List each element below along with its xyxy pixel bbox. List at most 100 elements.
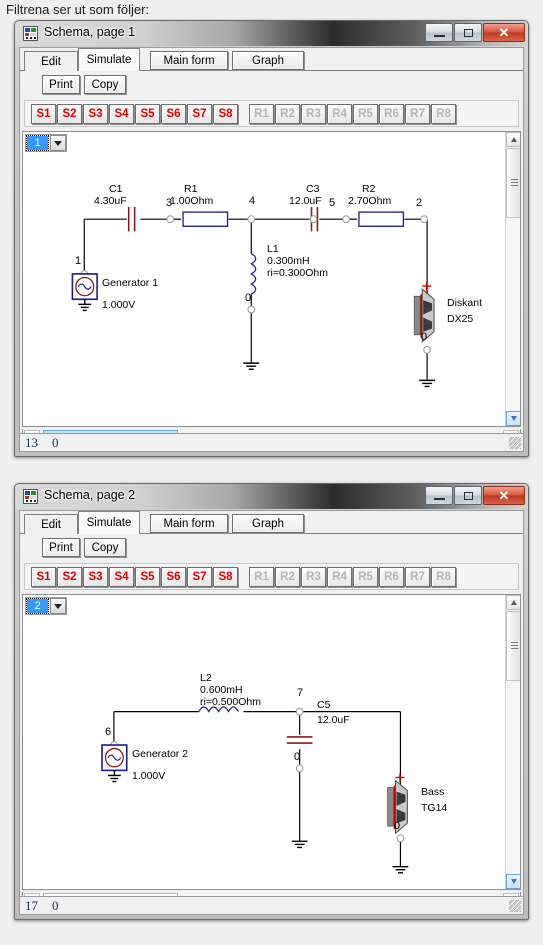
main-form-label: Main form bbox=[163, 54, 215, 67]
r-button-1-p2: R1 bbox=[249, 567, 274, 587]
status-left: 13 bbox=[25, 434, 38, 450]
maximize-button-2[interactable] bbox=[454, 486, 482, 505]
s-button-5-p2[interactable]: S5 bbox=[135, 567, 160, 587]
graph-label-2: Graph bbox=[252, 517, 284, 530]
client-area: Edit Simulate Main form Graph Print Copy… bbox=[19, 47, 524, 452]
print-button-2[interactable]: Print bbox=[42, 538, 80, 557]
s6-label-2: S6 bbox=[166, 571, 181, 583]
scroll-up-button[interactable] bbox=[506, 132, 520, 147]
s-button-4-p2[interactable]: S4 bbox=[109, 567, 134, 587]
tab-strip: Edit Simulate Main form Graph Print Copy bbox=[20, 48, 523, 94]
resize-grip-icon-2[interactable] bbox=[509, 900, 521, 912]
chevron-down-icon[interactable] bbox=[50, 598, 66, 614]
status-bar: 13 0 bbox=[19, 433, 524, 452]
title-bar[interactable]: Schema, page 1 ✕ bbox=[15, 21, 528, 46]
copy-button[interactable]: Copy bbox=[84, 75, 126, 94]
r-button-6-p2: R6 bbox=[379, 567, 404, 587]
graph-button[interactable]: Graph bbox=[232, 51, 304, 70]
node-label-4: 4 bbox=[249, 195, 256, 207]
scroll-down-button[interactable] bbox=[506, 411, 520, 426]
resize-grip-icon[interactable] bbox=[509, 437, 521, 449]
schematic-labels-page-1: C1 4.30uF 3 R1 1.00Ohm 4 L1 0.300mH ri=0… bbox=[23, 132, 520, 426]
graph-button-2[interactable]: Graph bbox=[232, 514, 304, 533]
minimize-button[interactable] bbox=[425, 23, 453, 42]
main-form-button-2[interactable]: Main form bbox=[150, 514, 228, 533]
tab-edit-2[interactable]: Edit bbox=[24, 514, 78, 534]
scroll-down-button-2[interactable] bbox=[506, 874, 520, 889]
r-button-2-p2: R2 bbox=[275, 567, 300, 587]
page-select-combo-2[interactable]: 2 bbox=[25, 597, 67, 615]
s3-label: S3 bbox=[88, 108, 103, 120]
s-button-8-p2[interactable]: S8 bbox=[213, 567, 238, 587]
schematic-canvas-2[interactable]: L2 0.600mH ri=0.500Ohm 7 C5 12.0uF 0 6 G… bbox=[22, 594, 521, 890]
copy-label-2: Copy bbox=[91, 541, 119, 554]
r8-label-2: R8 bbox=[436, 571, 451, 583]
r6-label-2: R6 bbox=[384, 571, 399, 583]
s-button-5[interactable]: S5 bbox=[135, 104, 160, 124]
s6-label: S6 bbox=[166, 108, 181, 120]
node-label-6: 6 bbox=[105, 726, 112, 738]
s-button-7-p2[interactable]: S7 bbox=[187, 567, 212, 587]
s-button-3[interactable]: S3 bbox=[83, 104, 108, 124]
s8-label: S8 bbox=[218, 108, 233, 120]
r3-label-2: R3 bbox=[306, 571, 321, 583]
s-button-2[interactable]: S2 bbox=[57, 104, 82, 124]
label-c3-ref: C3 bbox=[306, 183, 320, 195]
close-button[interactable]: ✕ bbox=[483, 23, 525, 42]
label-c5-value: 12.0uF bbox=[317, 714, 350, 726]
r-button-1: R1 bbox=[249, 104, 274, 124]
close-button-2[interactable]: ✕ bbox=[483, 486, 525, 505]
label-r1-ref: R1 bbox=[184, 183, 198, 195]
title-bar-2[interactable]: Schema, page 2 ✕ bbox=[15, 484, 528, 509]
s7-label: S7 bbox=[192, 108, 207, 120]
s-button-6[interactable]: S6 bbox=[161, 104, 186, 124]
schematic-labels-page-2: L2 0.600mH ri=0.500Ohm 7 C5 12.0uF 0 6 G… bbox=[23, 595, 520, 889]
schematic-canvas[interactable]: C1 4.30uF 3 R1 1.00Ohm 4 L1 0.300mH ri=0… bbox=[22, 131, 521, 427]
r6-label: R6 bbox=[384, 108, 399, 120]
r-button-7-p2: R7 bbox=[405, 567, 430, 587]
node-label-0-speaker: 0 bbox=[421, 331, 428, 343]
window-title-2: Schema, page 2 bbox=[44, 488, 136, 502]
r4-label: R4 bbox=[332, 108, 347, 120]
s-button-4[interactable]: S4 bbox=[109, 104, 134, 124]
s-button-7[interactable]: S7 bbox=[187, 104, 212, 124]
s3-label-2: S3 bbox=[88, 571, 103, 583]
minimize-button-2[interactable] bbox=[425, 486, 453, 505]
s-button-6-p2[interactable]: S6 bbox=[161, 567, 186, 587]
tab-edit[interactable]: Edit bbox=[24, 51, 78, 71]
node-label-1: 1 bbox=[75, 255, 82, 267]
chevron-down-icon[interactable] bbox=[50, 135, 66, 151]
page-select-combo[interactable]: 1 bbox=[25, 134, 67, 152]
main-form-button[interactable]: Main form bbox=[150, 51, 228, 70]
copy-button-2[interactable]: Copy bbox=[84, 538, 126, 557]
r7-label: R7 bbox=[410, 108, 425, 120]
scroll-up-button-2[interactable] bbox=[506, 595, 520, 610]
vertical-scroll-thumb[interactable] bbox=[506, 148, 520, 218]
label-generator-2-name: Generator 2 bbox=[132, 748, 189, 760]
s-button-1[interactable]: S1 bbox=[31, 104, 56, 124]
status-right: 0 bbox=[52, 434, 59, 450]
node-label-0-c5: 0 bbox=[294, 751, 301, 763]
r-button-5-p2: R5 bbox=[353, 567, 378, 587]
tab-simulate-label-2: Simulate bbox=[86, 517, 132, 529]
label-generator-2-value: 1.000V bbox=[132, 770, 166, 782]
label-l2-value2: ri=0.500Ohm bbox=[200, 696, 261, 708]
tab-simulate[interactable]: Simulate bbox=[78, 48, 140, 71]
vertical-scroll-thumb-2[interactable] bbox=[506, 611, 520, 681]
label-speaker-2-model: TG14 bbox=[421, 802, 448, 814]
maximize-icon bbox=[463, 28, 473, 37]
tab-simulate-2[interactable]: Simulate bbox=[78, 511, 140, 534]
maximize-button[interactable] bbox=[454, 23, 482, 42]
print-button[interactable]: Print bbox=[42, 75, 80, 94]
copy-label: Copy bbox=[91, 78, 119, 91]
vertical-scrollbar-2[interactable] bbox=[505, 595, 520, 889]
s-button-8[interactable]: S8 bbox=[213, 104, 238, 124]
vertical-scrollbar[interactable] bbox=[505, 132, 520, 426]
r8-label: R8 bbox=[436, 108, 451, 120]
s-button-3-p2[interactable]: S3 bbox=[83, 567, 108, 587]
s-button-2-p2[interactable]: S2 bbox=[57, 567, 82, 587]
s-button-1-p2[interactable]: S1 bbox=[31, 567, 56, 587]
page-caption: Filtrena ser ut som följer: bbox=[6, 2, 150, 17]
label-speaker-model: DX25 bbox=[447, 313, 474, 325]
close-icon: ✕ bbox=[498, 488, 510, 503]
